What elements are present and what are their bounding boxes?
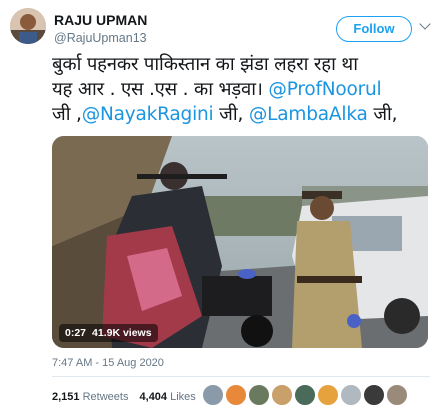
tweet-timestamp[interactable]: 7:47 AM - 15 Aug 2020	[52, 357, 164, 369]
video-player[interactable]: 0:27 41.9K views	[52, 136, 428, 348]
tweet-line-3: जी ,@NayakRagini जी, @LambaAlka जी,	[52, 102, 442, 127]
tweet-line-2: यह आर . एस .एस . का भड़वा। @ProfNoorul	[52, 77, 442, 102]
divider	[52, 376, 430, 377]
likes-label[interactable]: Likes	[170, 391, 196, 403]
liker-avatar[interactable]	[363, 384, 385, 406]
tweet-text-fragment: जी ,	[52, 104, 82, 125]
tweet-text-fragment: जी,	[367, 104, 398, 125]
chevron-down-icon[interactable]	[419, 18, 431, 30]
video-stats-badge: 0:27 41.9K views	[59, 324, 158, 342]
retweets-count[interactable]: 2,151	[52, 391, 80, 403]
author-display-name[interactable]: RAJU UPMAN	[54, 12, 147, 28]
author-handle[interactable]: @RajuUpman13	[54, 31, 147, 45]
author-avatar[interactable]	[10, 8, 46, 44]
liker-avatar[interactable]	[340, 384, 362, 406]
retweets-label[interactable]: Retweets	[83, 391, 129, 403]
liker-avatar[interactable]	[271, 384, 293, 406]
follow-button[interactable]: Follow	[336, 16, 412, 42]
engagement-stats: 2,151 Retweets 4,404 Likes	[52, 391, 196, 403]
video-duration: 0:27	[65, 327, 87, 339]
tweet-text: बुर्का पहनकर पाकिस्तान का झंडा लहरा रहा …	[52, 52, 442, 127]
tweet-line-2-text: यह आर . एस .एस . का भड़वा।	[52, 79, 269, 100]
tweet-text-fragment: जी,	[213, 104, 249, 125]
mention-link[interactable]: @ProfNoorul	[268, 79, 381, 100]
tweet-line-1: बुर्का पहनकर पाकिस्तान का झंडा लहरा रहा …	[52, 54, 358, 75]
liker-avatar[interactable]	[317, 384, 339, 406]
likes-count[interactable]: 4,404	[140, 391, 168, 403]
liker-avatar[interactable]	[386, 384, 408, 406]
liker-avatar[interactable]	[202, 384, 224, 406]
mention-link[interactable]: @LambaAlka	[249, 104, 368, 125]
mention-link[interactable]: @NayakRagini	[82, 104, 214, 125]
avatar-photo	[10, 8, 46, 44]
liker-avatar[interactable]	[225, 384, 247, 406]
liker-avatar[interactable]	[248, 384, 270, 406]
liker-avatar[interactable]	[294, 384, 316, 406]
video-views: 41.9K views	[92, 327, 152, 339]
video-frame	[52, 136, 428, 348]
